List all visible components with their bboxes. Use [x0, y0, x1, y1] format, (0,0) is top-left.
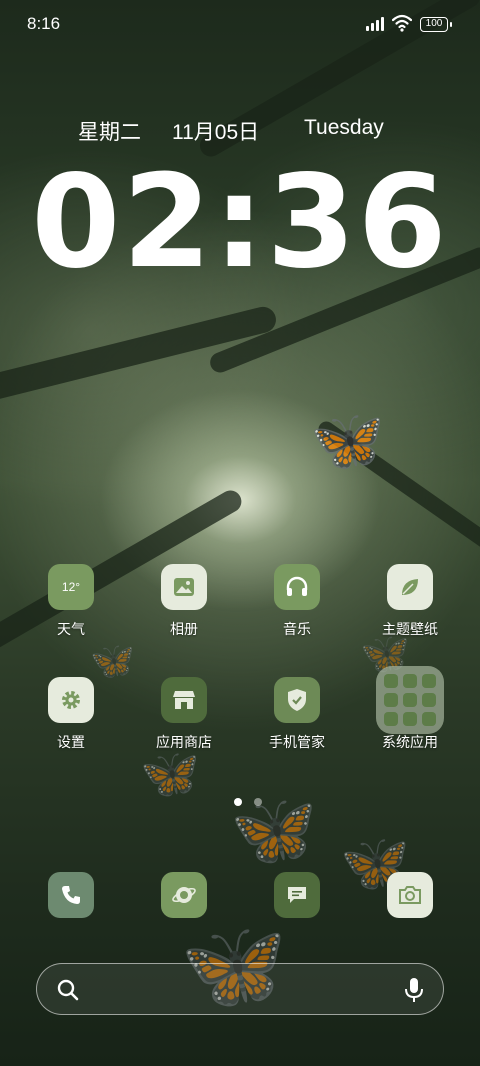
wifi-icon	[392, 14, 412, 32]
app-label: 应用商店	[156, 734, 212, 750]
signal-icon	[366, 17, 388, 31]
status-bar: 8:16 100	[0, 0, 480, 50]
app-label: 天气	[57, 621, 85, 637]
date-cn: 11月05日	[172, 121, 260, 144]
app-label: 主题壁纸	[382, 621, 438, 637]
search-bar[interactable]	[36, 963, 444, 1015]
app-weather[interactable]: 12° 天气	[16, 564, 126, 664]
phone-icon[interactable]	[48, 872, 94, 918]
app-label: 音乐	[283, 621, 311, 637]
clock-widget-time[interactable]: 02:36	[0, 148, 480, 298]
weekday-cn: 星期二	[78, 121, 141, 144]
page-dot-active	[234, 798, 242, 806]
app-themes[interactable]: 主题壁纸	[355, 564, 465, 664]
browser-icon[interactable]	[161, 872, 207, 918]
app-phone-manager[interactable]: 手机管家	[242, 677, 352, 777]
weather-temperature: 12°	[61, 580, 81, 594]
page-indicator[interactable]	[234, 798, 264, 808]
app-store[interactable]: 应用商店	[129, 677, 239, 777]
store-icon	[161, 677, 207, 723]
folder-icon	[376, 666, 444, 734]
butterfly-decoration: 🦋	[310, 407, 385, 474]
gear-icon	[48, 677, 94, 723]
app-folder-system[interactable]: 系统应用	[355, 666, 465, 777]
microphone-icon[interactable]	[403, 977, 425, 1003]
weekday-en: Tuesday	[304, 116, 384, 139]
weather-icon: 12°	[48, 564, 94, 610]
app-label: 设置	[57, 734, 85, 750]
headphones-icon	[274, 564, 320, 610]
app-gallery[interactable]: 相册	[129, 564, 239, 664]
message-icon[interactable]	[274, 872, 320, 918]
app-label: 手机管家	[269, 734, 325, 750]
search-icon[interactable]	[57, 979, 79, 1001]
page-dot	[254, 798, 262, 806]
battery-icon: 100	[420, 17, 452, 32]
app-settings[interactable]: 设置	[16, 677, 126, 777]
leaf-icon	[387, 564, 433, 610]
camera-icon[interactable]	[387, 872, 433, 918]
app-label: 系统应用	[382, 734, 438, 750]
app-label: 相册	[170, 621, 198, 637]
status-time: 8:16	[27, 14, 61, 33]
gallery-icon	[161, 564, 207, 610]
date-row[interactable]: 星期二 11月05日 Tuesday	[78, 116, 408, 146]
app-music[interactable]: 音乐	[242, 564, 352, 664]
shield-icon	[274, 677, 320, 723]
